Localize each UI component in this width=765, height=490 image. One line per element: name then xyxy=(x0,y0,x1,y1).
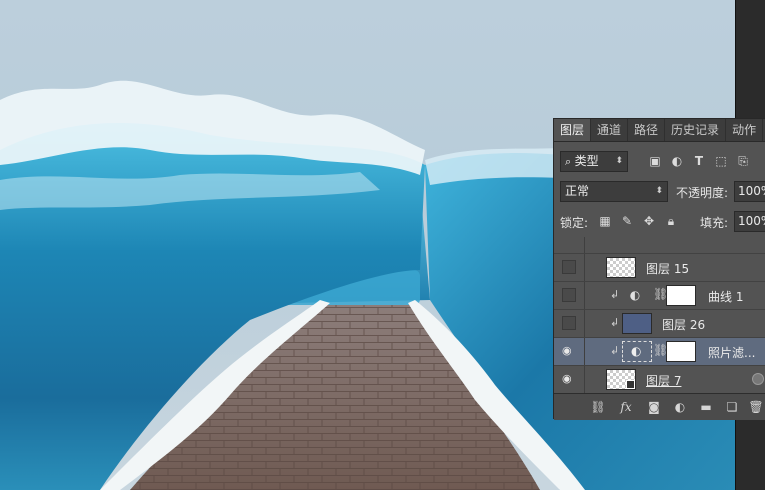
fill-field[interactable]: 100% xyxy=(734,211,765,232)
smart-filter-icon xyxy=(752,373,764,385)
layer-thumbnail xyxy=(622,313,652,334)
tab-actions[interactable]: 动作 xyxy=(726,119,764,141)
add-mask-icon[interactable]: ◙ xyxy=(646,399,662,415)
curves-adjustment-icon: ◐ xyxy=(629,288,641,302)
clipping-arrow-icon: ↲ xyxy=(610,288,620,301)
adjustment-thumbnail: ◐ xyxy=(622,341,652,362)
fill-label: 填充: xyxy=(700,216,729,230)
layer-row[interactable]: ↲ 图层 26 xyxy=(554,309,765,337)
row-separator xyxy=(584,237,585,253)
lock-transparency-icon[interactable]: ▦ xyxy=(598,214,612,228)
layers-panel[interactable]: 图层 通道 路径 历史记录 动作 ⌕ 类型 ⬍ ▣ ◐ T ⬚ ⎘ 正常 ⬍ 不… xyxy=(553,118,765,420)
lock-pixels-icon[interactable]: ✎ xyxy=(620,214,634,228)
layer-mask-thumbnail xyxy=(666,341,696,362)
filter-row: ⌕ 类型 ⬍ ▣ ◐ T ⬚ ⎘ xyxy=(554,149,765,173)
eye-icon[interactable]: ◉ xyxy=(562,344,578,358)
clipping-arrow-icon: ↲ xyxy=(610,316,620,329)
photo-filter-adjustment-icon: ◐ xyxy=(631,344,642,358)
row-separator xyxy=(584,338,585,365)
tab-paths[interactable]: 路径 xyxy=(628,119,666,141)
shape-filter-icon[interactable]: ⬚ xyxy=(714,154,728,168)
row-separator xyxy=(584,254,585,281)
filter-kind-value: 类型 xyxy=(574,154,599,168)
lock-label: 锁定: xyxy=(560,216,589,230)
layer-row-selected[interactable]: ◉ ↲ ◐ ⛓ 照片滤... xyxy=(554,337,765,365)
layers-list[interactable]: 图层 15 ↲ ◐ ⛓ 曲线 1 ↲ 图层 26 ◉ ↲ ◐ ⛓ 照片滤... … xyxy=(554,237,765,393)
layer-name[interactable]: 图层 26 xyxy=(662,316,705,333)
tab-channels[interactable]: 通道 xyxy=(591,119,629,141)
visibility-toggle[interactable] xyxy=(562,260,576,274)
chevron-updown-icon: ⬍ xyxy=(615,156,623,166)
layer-row-partial[interactable] xyxy=(554,237,765,253)
lock-row: 锁定: ▦ ✎ ✥ 🔒︎ 填充: 100% xyxy=(554,209,765,233)
image-filter-icon[interactable]: ▣ xyxy=(648,154,662,168)
layer-row[interactable]: 图层 15 xyxy=(554,253,765,281)
layer-row[interactable]: ◉ 图层 7 xyxy=(554,365,765,393)
smart-object-thumbnail xyxy=(606,369,636,390)
trash-icon[interactable]: 🗑︎ xyxy=(748,399,764,415)
layer-name[interactable]: 图层 7 xyxy=(646,372,681,389)
panel-tabs: 图层 通道 路径 历史记录 动作 xyxy=(554,119,765,142)
new-adjustment-icon[interactable]: ◐ xyxy=(672,399,688,415)
panel-bottom-bar: ⛓ fx ◙ ◐ ▬ ❏ 🗑︎ xyxy=(554,393,765,420)
blend-mode-value: 正常 xyxy=(565,184,590,198)
eye-icon[interactable]: ◉ xyxy=(562,372,578,386)
new-layer-icon[interactable]: ❏ xyxy=(724,399,740,415)
search-icon: ⌕ xyxy=(565,155,575,168)
layer-thumbnail xyxy=(606,257,636,278)
opacity-label: 不透明度: xyxy=(676,186,729,200)
row-separator xyxy=(584,282,585,309)
lock-all-icon[interactable]: 🔒︎ xyxy=(664,214,678,228)
adjustment-filter-icon[interactable]: ◐ xyxy=(670,154,684,168)
layer-name[interactable]: 曲线 1 xyxy=(708,288,743,305)
blend-mode-select[interactable]: 正常 ⬍ xyxy=(560,181,668,202)
blend-row: 正常 ⬍ 不透明度: 100% xyxy=(554,179,765,203)
chevron-updown-icon: ⬍ xyxy=(655,186,663,196)
tab-layers[interactable]: 图层 xyxy=(554,119,592,141)
clipping-arrow-icon: ↲ xyxy=(610,344,620,357)
link-layers-icon[interactable]: ⛓ xyxy=(590,399,606,415)
opacity-field[interactable]: 100% xyxy=(734,181,765,202)
row-separator xyxy=(584,310,585,337)
layer-name[interactable]: 图层 15 xyxy=(646,260,689,277)
new-group-icon[interactable]: ▬ xyxy=(698,399,714,415)
visibility-toggle[interactable] xyxy=(562,316,576,330)
smart-object-badge-icon xyxy=(626,380,635,389)
visibility-toggle[interactable] xyxy=(562,288,576,302)
filter-kind-select[interactable]: ⌕ 类型 ⬍ xyxy=(560,151,628,172)
fx-icon[interactable]: fx xyxy=(618,399,634,415)
smart-object-filter-icon[interactable]: ⎘ xyxy=(736,154,750,168)
layer-row[interactable]: ↲ ◐ ⛓ 曲线 1 xyxy=(554,281,765,309)
row-separator xyxy=(584,366,585,393)
type-filter-icon[interactable]: T xyxy=(692,154,706,168)
layer-mask-thumbnail xyxy=(666,285,696,306)
tab-history[interactable]: 历史记录 xyxy=(665,119,727,141)
layer-name[interactable]: 照片滤... xyxy=(708,344,755,361)
lock-position-icon[interactable]: ✥ xyxy=(642,214,656,228)
